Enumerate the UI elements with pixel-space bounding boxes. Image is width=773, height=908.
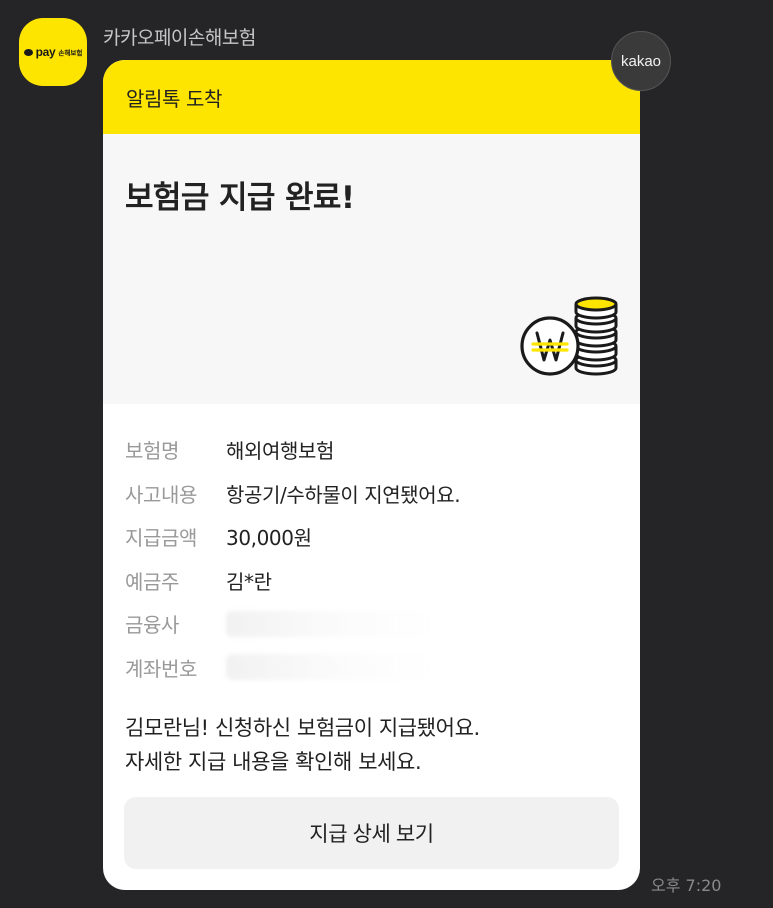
detail-row-account-holder: 예금주 김*란	[125, 559, 618, 603]
card-header: 알림톡 도착	[103, 60, 640, 134]
card-title: 보험금 지급 완료!	[125, 180, 355, 216]
detail-row-insurance-name: 보험명 해외여행보험	[125, 428, 618, 472]
redacted-value	[226, 610, 436, 637]
avatar-pay-text: pay	[35, 45, 56, 59]
detail-value: 30,000원	[226, 526, 312, 551]
avatar-brand-text: 손해보험	[58, 49, 83, 57]
redacted-value	[226, 654, 436, 681]
chat-bubble-icon	[23, 48, 33, 56]
alimtalk-message-card: 알림톡 도착 보험금 지급 완료! 보험명 해외여행보험 사고내용 항공기/수하…	[103, 60, 640, 890]
card-hero: 보험금 지급 완료!	[103, 134, 640, 404]
detail-value: 김*란	[226, 569, 272, 594]
detail-row-amount: 지급금액 30,000원	[125, 515, 618, 559]
detail-row-incident: 사고내용 항공기/수하물이 지연됐어요.	[125, 472, 618, 516]
sender-name: 카카오페이손해보험	[103, 27, 256, 49]
message-line: 김모란님! 신청하신 보험금이 지급됐어요.	[125, 716, 480, 740]
detail-label: 지급금액	[125, 526, 197, 551]
detail-label: 계좌번호	[125, 656, 197, 681]
message-timestamp: 오후 7:20	[651, 876, 722, 895]
sender-avatar[interactable]: pay 손해보험	[19, 18, 87, 86]
view-payment-details-button[interactable]: 지급 상세 보기	[124, 797, 619, 869]
detail-label: 예금주	[125, 569, 179, 594]
detail-label: 보험명	[125, 439, 179, 464]
kakao-badge: kakao	[611, 31, 671, 91]
message-line: 자세한 지급 내용을 확인해 보세요.	[125, 750, 422, 774]
detail-label: 사고내용	[125, 482, 197, 507]
detail-row-bank: 금융사	[125, 602, 618, 646]
won-coin-stack-icon	[520, 296, 618, 376]
payment-details: 보험명 해외여행보험 사고내용 항공기/수하물이 지연됐어요. 지급금액 30,…	[103, 404, 640, 689]
detail-value: 항공기/수하물이 지연됐어요.	[226, 482, 461, 507]
detail-row-account-number: 계좌번호	[125, 646, 618, 690]
detail-value: 해외여행보험	[226, 439, 334, 464]
card-message: 김모란님! 신청하신 보험금이 지급됐어요. 자세한 지급 내용을 확인해 보세…	[103, 689, 640, 779]
detail-label: 금융사	[125, 613, 179, 638]
